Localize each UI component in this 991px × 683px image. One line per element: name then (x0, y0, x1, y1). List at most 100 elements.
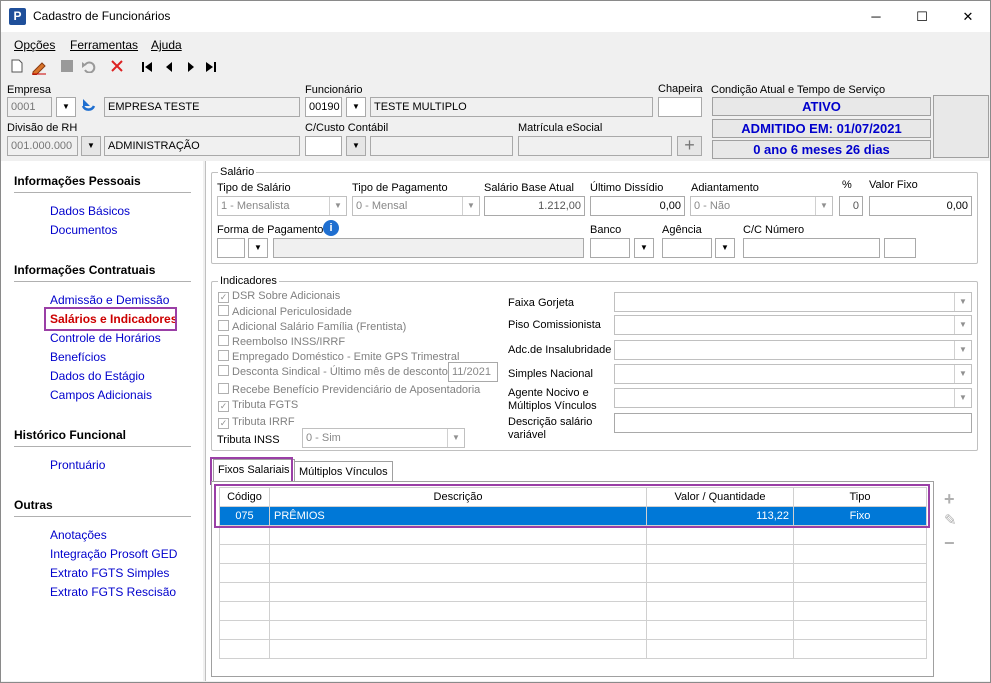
sidebar-item-documentos[interactable]: Documentos (50, 223, 117, 237)
simples-nacional-select[interactable]: ▼ (614, 364, 972, 384)
previous-record-icon[interactable] (159, 59, 179, 79)
salario-base-field[interactable]: 1.212,00 (484, 196, 585, 216)
tipo-pagamento-label: Tipo de Pagamento (352, 182, 448, 194)
matricula-label: Matrícula eSocial (518, 122, 603, 134)
new-document-icon[interactable] (7, 59, 27, 79)
cc-digito-field[interactable] (884, 238, 916, 258)
tab-multiplos-vinculos[interactable]: Múltiplos Vínculos (294, 461, 393, 482)
piso-comissionista-label: Piso Comissionista (508, 319, 601, 331)
descricao-salario-variavel-label: Descrição salário variável (508, 416, 593, 441)
next-record-icon[interactable] (181, 59, 201, 79)
sidebar-item-dados-basicos[interactable]: Dados Básicos (50, 204, 130, 218)
maximize-button[interactable]: ☐ (899, 1, 945, 32)
table-row-empty[interactable] (219, 563, 927, 583)
divisao-dropdown-icon[interactable]: ▼ (81, 136, 101, 156)
ultimo-dissidio-field[interactable]: 0,00 (590, 196, 685, 216)
employee-photo[interactable] (933, 95, 989, 158)
funcionario-name-field: TESTE MULTIPLO (370, 97, 653, 117)
divisao-code-field[interactable]: 001.000.000 (7, 136, 78, 156)
agencia-field[interactable] (662, 238, 712, 258)
checkbox-dsr[interactable]: ✓ DSR Sobre Adicionais (218, 290, 340, 303)
banco-field[interactable] (590, 238, 630, 258)
minimize-button[interactable]: ─ (853, 1, 899, 32)
menu-ferramentas[interactable]: Ferramentas (70, 38, 138, 52)
checkbox-periculosidade[interactable]: Adicional Periculosidade (218, 305, 352, 318)
refresh-arrow-icon[interactable] (79, 97, 99, 117)
chapeira-field[interactable] (658, 97, 702, 117)
sidebar-item-dados-estagio[interactable]: Dados do Estágio (50, 369, 145, 383)
empresa-code-field[interactable]: 0001 (7, 97, 52, 117)
funcionario-dropdown-icon[interactable]: ▼ (346, 97, 366, 117)
table-row-empty[interactable] (219, 620, 927, 640)
sidebar-item-integracao-ged[interactable]: Integração Prosoft GED (50, 547, 177, 561)
add-row-icon[interactable]: + (944, 489, 955, 510)
banco-dropdown-icon[interactable]: ▼ (634, 238, 654, 258)
undo-icon[interactable] (79, 59, 99, 79)
menu-ajuda[interactable]: Ajuda (151, 38, 182, 52)
ultimo-dissidio-label: Último Dissídio (590, 182, 664, 194)
tributa-inss-label: Tributa INSS (217, 434, 280, 446)
menu-opcoes[interactable]: Opções (14, 38, 55, 52)
sindical-date-field[interactable]: 11/2021 (448, 362, 498, 382)
tipo-pagamento-select[interactable]: 0 - Mensal ▼ (352, 196, 480, 216)
add-matricula-button[interactable]: + (677, 136, 702, 156)
agente-nocivo-select[interactable]: ▼ (614, 388, 972, 408)
tributa-inss-select[interactable]: 0 - Sim ▼ (302, 428, 465, 448)
insalubridade-select[interactable]: ▼ (614, 340, 972, 360)
valor-fixo-field[interactable]: 0,00 (869, 196, 972, 216)
chevron-down-icon: ▼ (815, 197, 832, 215)
matricula-field[interactable] (518, 136, 672, 156)
agencia-dropdown-icon[interactable]: ▼ (715, 238, 735, 258)
checkbox-salario-familia[interactable]: Adicional Salário Família (Frentista) (218, 320, 406, 333)
delete-icon[interactable] (107, 59, 127, 79)
funcionario-code-field[interactable]: 00190 (305, 97, 342, 117)
info-icon[interactable]: i (323, 220, 339, 236)
ccusto-name-field (370, 136, 513, 156)
cc-numero-field[interactable] (743, 238, 880, 258)
simples-nacional-label: Simples Nacional (508, 368, 593, 380)
sidebar-item-extrato-fgts-simples[interactable]: Extrato FGTS Simples (50, 566, 169, 580)
agente-nocivo-label: Agente Nocivo e Múltiplos Vínculos (508, 387, 597, 412)
checkbox-tributa-fgts[interactable]: ✓ Tributa FGTS (218, 399, 298, 412)
close-button[interactable]: ✕ (945, 1, 991, 32)
sidebar-item-prontuario[interactable]: Prontuário (50, 458, 105, 472)
save-icon[interactable] (57, 59, 77, 79)
adiantamento-select[interactable]: 0 - Não ▼ (690, 196, 833, 216)
checkbox-reembolso[interactable]: Reembolso INSS/IRRF (218, 335, 345, 348)
descricao-salario-variavel-field[interactable] (614, 413, 972, 433)
sidebar-item-extrato-fgts-rescisao[interactable]: Extrato FGTS Rescisão (50, 585, 176, 599)
piso-comissionista-select[interactable]: ▼ (614, 315, 972, 335)
forma-pagamento-code-field[interactable] (217, 238, 245, 258)
remove-row-icon[interactable]: − (944, 533, 955, 554)
edit-pencil-icon[interactable] (29, 59, 49, 79)
sidebar-item-anotacoes[interactable]: Anotações (50, 528, 107, 542)
table-row-empty[interactable] (219, 601, 927, 621)
forma-pagamento-dropdown-icon[interactable]: ▼ (248, 238, 268, 258)
status-admitido: ADMITIDO EM: 01/07/2021 (712, 119, 931, 138)
sidebar-item-campos-adicionais[interactable]: Campos Adicionais (50, 388, 152, 402)
check-icon: ✓ (218, 418, 229, 429)
faixa-gorjeta-select[interactable]: ▼ (614, 292, 972, 312)
sidebar-item-admissao[interactable]: Admissão e Demissão (50, 293, 169, 307)
checkbox-beneficio-previdenciario[interactable]: Recebe Benefício Previdenciário de Apose… (218, 383, 480, 396)
first-record-icon[interactable] (137, 59, 157, 79)
last-record-icon[interactable] (201, 59, 221, 79)
checkbox-tributa-irrf[interactable]: ✓ Tributa IRRF (218, 416, 295, 429)
check-icon: ✓ (218, 401, 229, 412)
table-row-empty[interactable] (219, 582, 927, 602)
edit-row-icon[interactable]: ✎ (944, 511, 957, 529)
checkbox-empregado-domestico[interactable]: Empregado Doméstico - Emite GPS Trimestr… (218, 350, 459, 363)
sidebar-item-beneficios[interactable]: Benefícios (50, 350, 106, 364)
ccusto-dropdown-icon[interactable]: ▼ (346, 136, 366, 156)
empresa-dropdown-icon[interactable]: ▼ (56, 97, 76, 117)
table-row-empty[interactable] (219, 544, 927, 564)
ccusto-code-field[interactable] (305, 136, 342, 156)
pct-field[interactable]: 0 (839, 196, 863, 216)
table-row-empty[interactable] (219, 639, 927, 659)
sidebar-item-controle-horarios[interactable]: Controle de Horários (50, 331, 161, 345)
tipo-salario-select[interactable]: 1 - Mensalista ▼ (217, 196, 347, 216)
checkbox-desconta-sindical[interactable]: Desconta Sindical - Último mês de descon… (218, 365, 448, 378)
title-bar: P Cadastro de Funcionários ─ ☐ ✕ (1, 1, 990, 32)
chevron-down-icon: ▼ (447, 429, 464, 447)
table-row-empty[interactable] (219, 525, 927, 545)
